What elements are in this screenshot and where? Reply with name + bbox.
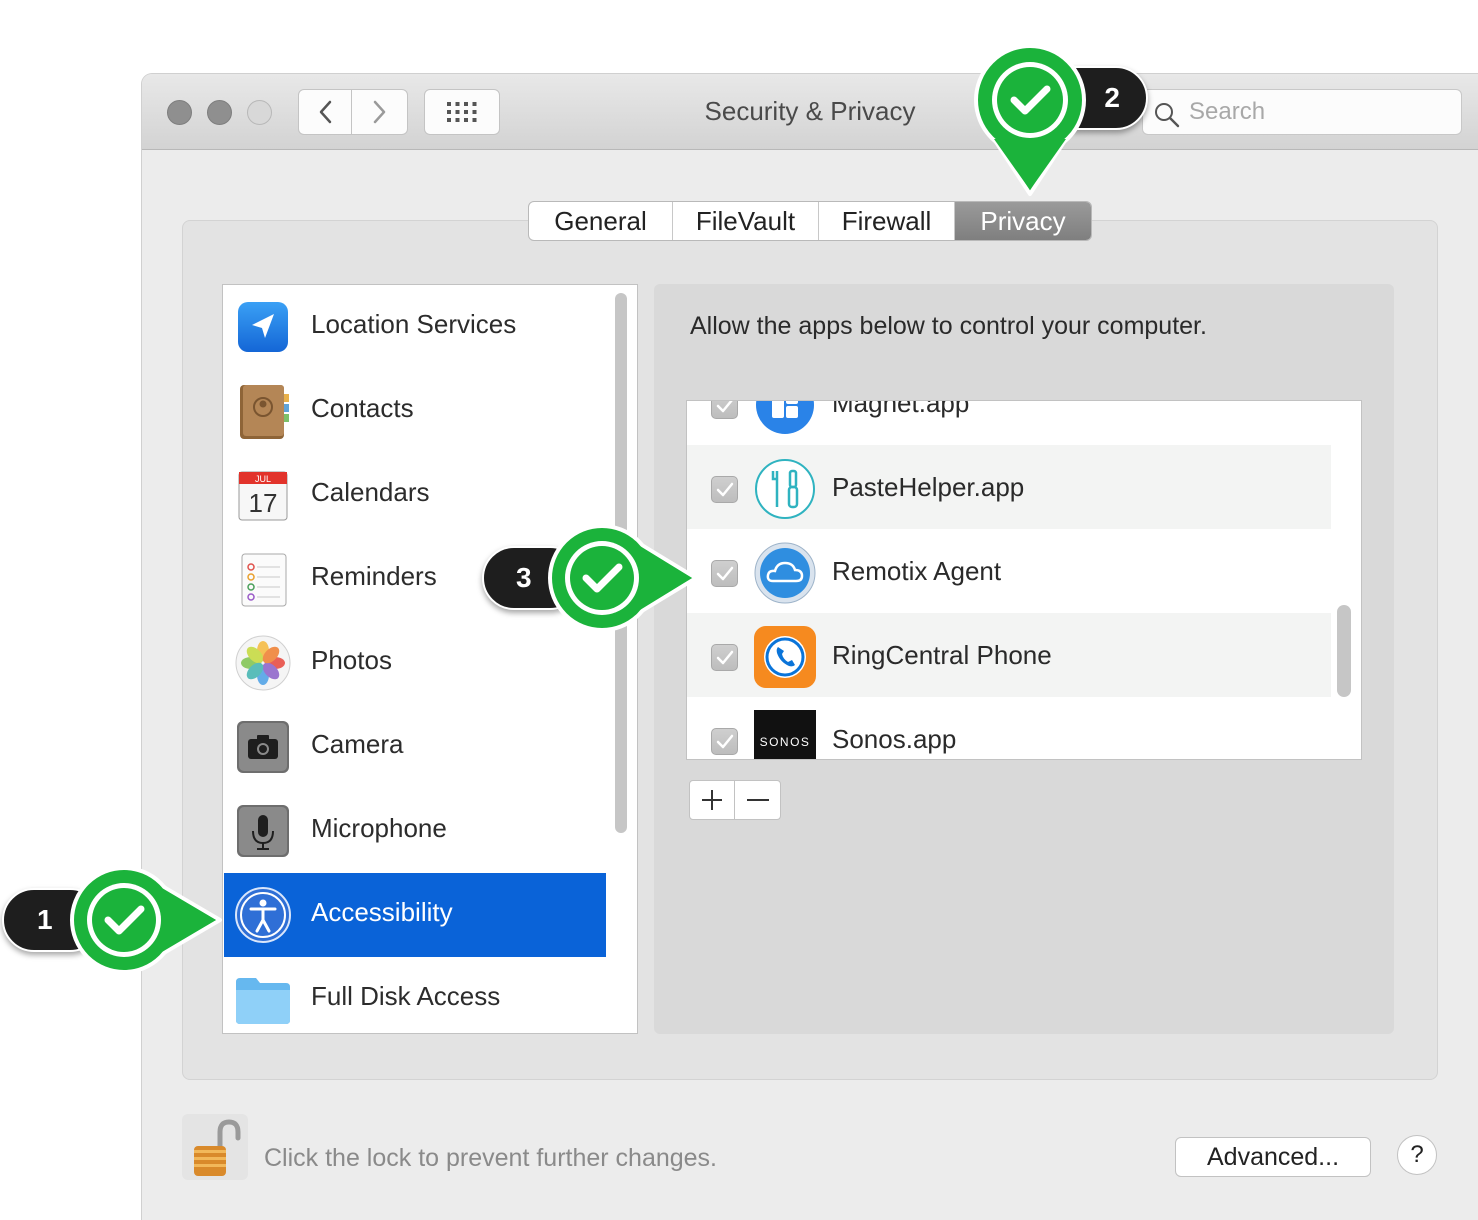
tab-firewall[interactable]: Firewall bbox=[819, 202, 955, 240]
photos-flower-icon bbox=[235, 635, 291, 691]
search-icon bbox=[1155, 103, 1180, 128]
app-row-sonos[interactable]: SONOS Sonos.app bbox=[687, 697, 1331, 759]
search-placeholder: Search bbox=[1189, 98, 1266, 125]
app-row-magnet[interactable]: Magnet.app bbox=[687, 400, 1331, 445]
sidebar-item-microphone[interactable]: Microphone bbox=[224, 789, 606, 873]
forward-button[interactable] bbox=[352, 89, 408, 135]
sidebar-item-label: Location Services bbox=[311, 309, 517, 339]
reminders-list-icon bbox=[241, 553, 287, 607]
sidebar-item-contacts[interactable]: Contacts bbox=[224, 369, 606, 453]
app-name: PasteHelper.app bbox=[832, 472, 1025, 502]
chevron-left-icon bbox=[319, 100, 332, 124]
close-window-button[interactable] bbox=[167, 100, 192, 125]
lock-button[interactable] bbox=[182, 1114, 248, 1180]
sidebar-item-label: Photos bbox=[311, 645, 392, 675]
accessibility-panel: Allow the apps below to control your com… bbox=[654, 284, 1394, 1034]
minimize-window-button[interactable] bbox=[207, 100, 232, 125]
callout-step-1: 1 bbox=[2, 864, 226, 976]
unlocked-padlock-icon bbox=[194, 1119, 241, 1176]
svg-text:17: 17 bbox=[249, 488, 278, 518]
add-app-button[interactable] bbox=[690, 781, 736, 819]
help-button[interactable]: ? bbox=[1397, 1135, 1437, 1175]
sidebar-item-label: Calendars bbox=[311, 477, 430, 507]
sidebar-item-label: Camera bbox=[311, 729, 404, 759]
green-check-pin-icon bbox=[548, 524, 698, 632]
camera-icon bbox=[237, 721, 289, 773]
app-checkbox[interactable] bbox=[711, 644, 738, 671]
app-name: Remotix Agent bbox=[832, 556, 1002, 586]
remove-app-button[interactable] bbox=[735, 781, 780, 819]
folder-icon bbox=[236, 978, 290, 1024]
location-arrow-icon bbox=[238, 302, 288, 352]
sidebar-item-full-disk-access[interactable]: Full Disk Access bbox=[224, 957, 606, 1033]
minus-icon bbox=[746, 799, 769, 801]
sidebar-item-label: Microphone bbox=[311, 813, 447, 843]
tab-filevault[interactable]: FileVault bbox=[673, 202, 819, 240]
sidebar-item-label: Contacts bbox=[311, 393, 414, 423]
checkmark-icon bbox=[716, 734, 734, 749]
sonos-logo-icon: SONOS bbox=[754, 710, 816, 759]
tab-general[interactable]: General bbox=[529, 202, 673, 240]
sidebar-item-accessibility[interactable]: Accessibility bbox=[224, 873, 606, 957]
app-row-remotix-agent[interactable]: Remotix Agent bbox=[687, 529, 1331, 613]
checkmark-icon bbox=[716, 650, 734, 665]
add-remove-control bbox=[689, 780, 781, 820]
security-privacy-window: Security & Privacy Search General FileVa… bbox=[142, 74, 1478, 1220]
sidebar-item-location-services[interactable]: Location Services bbox=[224, 285, 606, 369]
ringcentral-phone-icon bbox=[754, 626, 816, 688]
app-checkbox[interactable] bbox=[711, 728, 738, 755]
panel-description: Allow the apps below to control your com… bbox=[690, 312, 1207, 340]
app-list-scrollbar[interactable] bbox=[1337, 605, 1351, 697]
app-row-pastehelper[interactable]: PasteHelper.app bbox=[687, 445, 1331, 529]
sidebar-item-label: Accessibility bbox=[311, 897, 453, 927]
show-all-button[interactable] bbox=[424, 89, 500, 135]
app-name: Magnet.app bbox=[832, 400, 970, 418]
sidebar-item-label: Full Disk Access bbox=[311, 981, 501, 1011]
microphone-icon bbox=[237, 805, 289, 857]
calendar-icon: JUL 17 bbox=[238, 471, 288, 521]
svg-text:JUL: JUL bbox=[255, 474, 271, 484]
plus-icon bbox=[702, 790, 722, 810]
lock-status-text: Click the lock to prevent further change… bbox=[264, 1144, 718, 1172]
app-row-ringcentral-phone[interactable]: RingCentral Phone bbox=[687, 613, 1331, 697]
chevron-right-icon bbox=[373, 100, 385, 124]
callout-step-2: 2 bbox=[972, 44, 1152, 204]
app-name: Sonos.app bbox=[832, 724, 957, 754]
checkmark-icon bbox=[716, 482, 734, 497]
sidebar-item-label: Reminders bbox=[311, 561, 437, 591]
tab-privacy[interactable]: Privacy bbox=[955, 202, 1091, 240]
back-button[interactable] bbox=[298, 89, 352, 135]
search-field[interactable]: Search bbox=[1142, 89, 1462, 135]
green-check-pin-icon bbox=[974, 44, 1086, 196]
pastehelper-tools-icon bbox=[755, 459, 815, 519]
green-check-pin-icon bbox=[70, 866, 222, 974]
svg-text:SONOS: SONOS bbox=[760, 735, 811, 749]
app-checkbox[interactable] bbox=[711, 401, 738, 419]
accessibility-person-icon bbox=[235, 887, 291, 943]
app-name: RingCentral Phone bbox=[832, 640, 1052, 670]
advanced-button[interactable]: Advanced... bbox=[1175, 1137, 1371, 1177]
app-list[interactable]: Magnet.app PasteHelper.app Remotix Agent… bbox=[686, 400, 1362, 760]
app-checkbox[interactable] bbox=[711, 476, 738, 503]
window-title: Security & Privacy bbox=[704, 96, 916, 126]
magnet-app-icon bbox=[756, 401, 814, 434]
remotix-cloud-icon bbox=[754, 542, 816, 604]
checkmark-icon bbox=[716, 401, 733, 413]
contacts-book-icon bbox=[240, 385, 289, 439]
privacy-category-list[interactable]: Location Services Contacts JUL 17 Calend… bbox=[222, 284, 638, 1034]
sidebar-item-camera[interactable]: Camera bbox=[224, 705, 606, 789]
callout-step-3: 3 bbox=[482, 522, 702, 634]
title-bar: Security & Privacy Search bbox=[142, 74, 1478, 150]
zoom-window-button[interactable] bbox=[247, 100, 272, 125]
grid-dots-icon bbox=[447, 102, 477, 122]
checkmark-icon bbox=[716, 566, 734, 581]
app-checkbox[interactable] bbox=[711, 560, 738, 587]
tab-bar: General FileVault Firewall Privacy bbox=[528, 201, 1092, 241]
